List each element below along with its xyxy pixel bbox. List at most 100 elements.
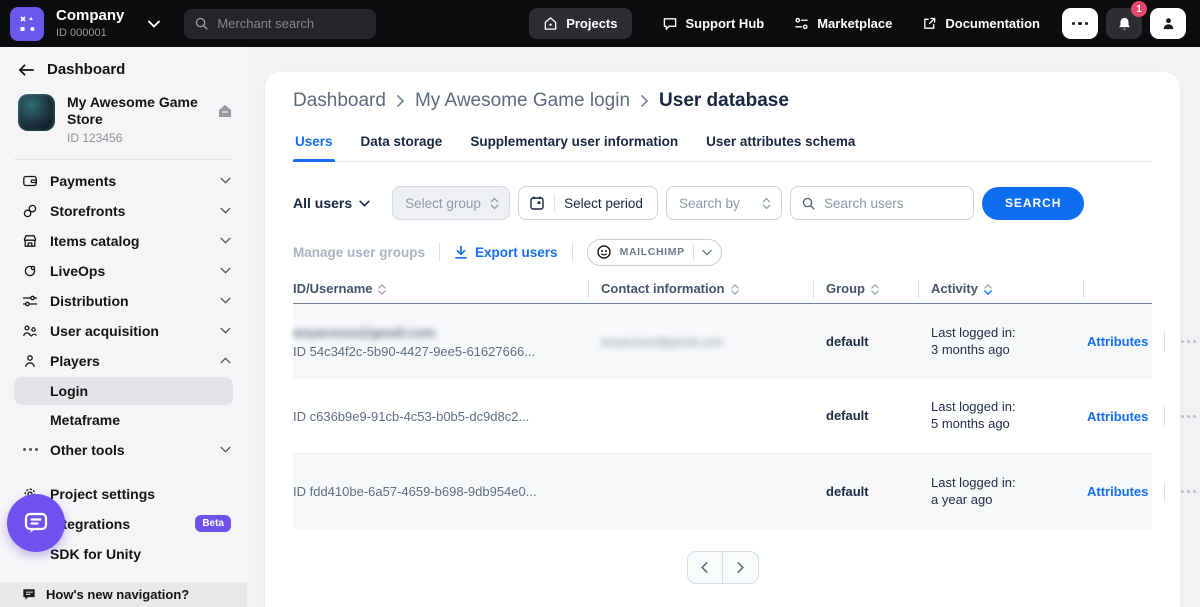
nav-support-hub[interactable]: Support Hub <box>662 16 765 31</box>
activity-line1: Last logged in: <box>931 325 1083 342</box>
whats-new-navigation[interactable]: How's new navigation? <box>0 582 247 607</box>
activity-line2: 3 months ago <box>931 342 1083 359</box>
table-actions: Manage user groups Export users MAILCHIM… <box>293 238 1152 266</box>
mailchimp-button[interactable]: MAILCHIMP <box>587 239 722 266</box>
sidebar-item-liveops[interactable]: LiveOps <box>0 256 247 286</box>
column-header-spacer <box>1083 274 1152 303</box>
chevron-down-icon[interactable] <box>148 20 160 28</box>
search-users-field[interactable] <box>790 186 974 220</box>
sidebar-item-distribution[interactable]: Distribution <box>0 286 247 316</box>
activity-line2: a year ago <box>931 492 1083 509</box>
cell-contact: anyarosso@gmail.com <box>588 333 813 351</box>
select-period-button[interactable]: Select period <box>518 186 658 220</box>
sidebar-item-other-tools[interactable]: Other tools <box>0 435 247 465</box>
manage-user-groups-button[interactable]: Manage user groups <box>293 245 425 260</box>
next-page-button[interactable] <box>723 552 758 583</box>
select-arrows-icon <box>762 197 771 210</box>
chat-icon <box>662 16 678 31</box>
beta-badge: Beta <box>195 515 231 532</box>
sidebar-subitem-login[interactable]: Login <box>14 377 233 405</box>
sort-icon[interactable] <box>731 284 739 295</box>
sort-icon-active[interactable] <box>984 284 992 295</box>
tab-user-attributes-schema[interactable]: User attributes schema <box>704 128 857 161</box>
sidebar-item-items-catalog[interactable]: Items catalog <box>0 226 247 256</box>
nav-support-hub-label: Support Hub <box>686 16 765 31</box>
external-link-icon <box>922 16 937 31</box>
nav-marketplace-label: Marketplace <box>817 16 892 31</box>
cell-group: default <box>813 333 918 351</box>
row-menu-button[interactable] <box>1181 340 1196 343</box>
contact-blurred: anyarosso@gmail.com <box>601 335 723 349</box>
nav-marketplace[interactable]: Marketplace <box>794 16 892 31</box>
back-label: Dashboard <box>47 61 125 78</box>
table-row[interactable]: ID c636b9e9-91cb-4c53-b0b5-dc9d8c2... de… <box>293 379 1152 454</box>
column-header-id-username[interactable]: ID/Username <box>293 274 588 303</box>
row-menu-button[interactable] <box>1181 490 1196 493</box>
back-to-dashboard[interactable]: Dashboard <box>0 47 247 78</box>
sidebar-item-label: SDK for Unity <box>50 546 231 562</box>
tab-users[interactable]: Users <box>293 128 335 161</box>
column-header-activity[interactable]: Activity <box>918 274 1083 303</box>
cell-actions: Attributes <box>1083 406 1196 426</box>
table-row[interactable]: anyarosso@gmail.com ID 54c34f2c-5b90-442… <box>293 304 1152 379</box>
sidebar-item-label: LiveOps <box>50 263 208 279</box>
search-icon <box>194 16 209 31</box>
search-users-input[interactable] <box>824 196 959 211</box>
attributes-link[interactable]: Attributes <box>1087 334 1148 349</box>
project-home-icon[interactable] <box>217 104 233 118</box>
table-row[interactable]: ID fdd410be-6a57-4659-b698-9db954e0... d… <box>293 454 1152 529</box>
breadcrumb-login-project[interactable]: My Awesome Game login <box>415 90 630 112</box>
sort-icon[interactable] <box>378 284 386 295</box>
sidebar-item-payments[interactable]: Payments <box>0 166 247 196</box>
tab-data-storage[interactable]: Data storage <box>359 128 445 161</box>
tab-bar: Users Data storage Supplementary user in… <box>293 128 1152 162</box>
actions-divider <box>439 242 440 262</box>
search-button[interactable]: SEARCH <box>982 187 1084 220</box>
actions-divider <box>572 242 573 262</box>
export-users-button[interactable]: Export users <box>454 245 558 260</box>
filter-bar: All users Select group Select period Sea… <box>293 186 1152 220</box>
profile-button[interactable] <box>1150 8 1186 39</box>
select-group-dropdown[interactable]: Select group <box>392 186 510 220</box>
row-menu-button[interactable] <box>1181 415 1196 418</box>
sidebar-item-user-acquisition[interactable]: User acquisition <box>0 316 247 346</box>
sort-icon[interactable] <box>871 284 879 295</box>
username-blurred: anyarosso@gmail.com <box>293 325 588 340</box>
sidebar-item-label: Payments <box>50 173 208 189</box>
select-period-label: Select period <box>564 196 643 211</box>
project-name: My Awesome Game Store <box>67 94 205 128</box>
cell-id-username: anyarosso@gmail.com ID 54c34f2c-5b90-442… <box>293 325 588 359</box>
nav-documentation[interactable]: Documentation <box>922 16 1040 31</box>
previous-page-button[interactable] <box>688 552 723 583</box>
more-icon <box>1072 22 1089 26</box>
chevron-down-icon <box>220 237 231 244</box>
wallet-icon <box>22 173 38 189</box>
breadcrumb-dashboard[interactable]: Dashboard <box>293 90 386 112</box>
more-button[interactable] <box>1062 8 1098 39</box>
company-switcher[interactable]: Company ID 000001 <box>56 8 124 39</box>
tab-supplementary-user-information[interactable]: Supplementary user information <box>468 128 680 161</box>
top-bar: Company ID 000001 Projects Support Hub M… <box>0 0 1200 47</box>
project-switcher[interactable]: My Awesome Game Store ID 123456 <box>0 78 247 145</box>
column-header-contact-information[interactable]: Contact information <box>588 274 813 303</box>
cell-group: default <box>813 407 918 425</box>
row-divider <box>1164 332 1165 352</box>
merchant-search-input[interactable] <box>217 16 357 31</box>
sidebar-item-players[interactable]: Players <box>0 346 247 376</box>
all-users-dropdown[interactable]: All users <box>293 195 370 211</box>
sidebar-subitem-metaframe[interactable]: Metaframe <box>14 406 233 434</box>
attributes-link[interactable]: Attributes <box>1087 484 1148 499</box>
nav-projects[interactable]: Projects <box>529 8 631 39</box>
sidebar-item-storefronts[interactable]: Storefronts <box>0 196 247 226</box>
attributes-link[interactable]: Attributes <box>1087 409 1148 424</box>
subitem-label: Login <box>50 383 88 399</box>
company-logo[interactable] <box>10 7 44 41</box>
notification-badge: 1 <box>1131 1 1147 17</box>
chat-widget-button[interactable] <box>7 494 65 552</box>
merchant-search[interactable] <box>184 9 376 39</box>
company-logo-icon <box>10 7 44 41</box>
column-header-group[interactable]: Group <box>813 274 918 303</box>
search-by-dropdown[interactable]: Search by <box>666 186 782 220</box>
search-icon <box>801 196 816 211</box>
notifications-button[interactable]: 1 <box>1106 8 1142 39</box>
